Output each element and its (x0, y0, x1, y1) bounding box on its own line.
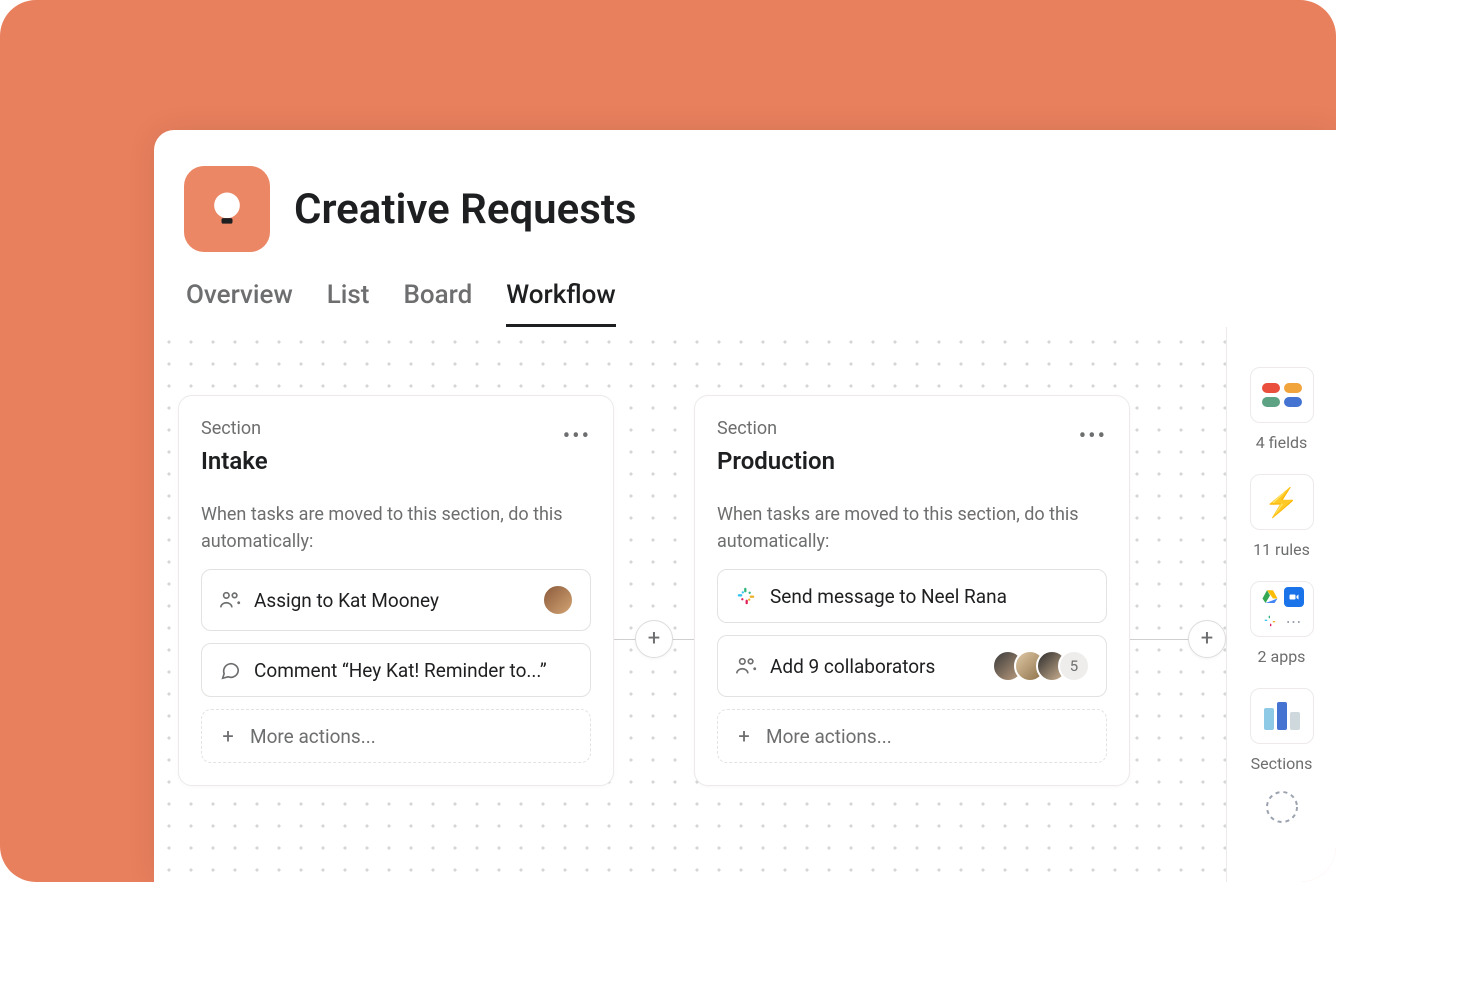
sections-icon (1250, 688, 1314, 744)
rule-add-collaborators[interactable]: Add 9 collaborators 5 (717, 635, 1107, 697)
section-connector: + (1130, 395, 1230, 882)
more-actions-label: More actions... (250, 725, 376, 748)
section-card-intake[interactable]: Section Intake ••• When tasks are moved … (178, 395, 614, 786)
dashed-circle-plus-icon (1264, 789, 1300, 825)
rule-text: Assign to Kat Mooney (254, 589, 530, 612)
tab-bar: Overview List Board Workflow (184, 280, 1306, 327)
panel-sections[interactable]: Sections (1250, 688, 1314, 773)
panel-label: Sections (1251, 754, 1313, 773)
zoom-icon (1284, 587, 1304, 607)
more-apps-icon: ⋯ (1284, 611, 1304, 631)
sections-row: Section Intake ••• When tasks are moved … (178, 395, 1230, 882)
tab-list[interactable]: List (327, 280, 370, 327)
panel-label: 4 fields (1256, 433, 1307, 452)
panel-label: 11 rules (1253, 540, 1310, 559)
avatar (542, 584, 574, 616)
avatar-stack: 5 (992, 650, 1090, 682)
plus-icon: + (218, 724, 238, 748)
slack-icon (734, 584, 758, 608)
workflow-canvas[interactable]: Section Intake ••• When tasks are moved … (154, 327, 1336, 882)
section-connector: + (614, 395, 694, 882)
section-more-button[interactable]: ••• (563, 424, 591, 449)
section-description: When tasks are moved to this section, do… (201, 501, 591, 555)
add-section-button[interactable]: + (635, 620, 673, 658)
section-label: Section (201, 418, 268, 439)
section-more-button[interactable]: ••• (1079, 424, 1107, 449)
add-section-button[interactable]: + (1188, 620, 1226, 658)
rule-text: Add 9 collaborators (770, 655, 980, 678)
rule-text: Send message to Neel Rana (770, 585, 1090, 608)
promo-frame: Creative Requests Overview List Board Wo… (0, 0, 1336, 882)
rule-comment[interactable]: Comment “Hey Kat! Reminder to...” (201, 643, 591, 697)
project-icon[interactable] (184, 166, 270, 252)
project-header: Creative Requests Overview List Board Wo… (154, 130, 1336, 327)
more-actions-label: More actions... (766, 725, 892, 748)
project-title: Creative Requests (294, 185, 637, 234)
more-actions-button[interactable]: + More actions... (201, 709, 591, 763)
fields-icon (1250, 367, 1314, 423)
rules-icon: ⚡ (1250, 474, 1314, 530)
panel-fields[interactable]: 4 fields (1250, 367, 1314, 452)
comment-icon (218, 658, 242, 682)
section-card-production[interactable]: Section Production ••• When tasks are mo… (694, 395, 1130, 786)
bolt-icon: ⚡ (1264, 486, 1299, 519)
apps-icon: ⋯ (1250, 581, 1314, 637)
collaborators-icon (734, 654, 758, 678)
panel-rules[interactable]: ⚡ 11 rules (1250, 474, 1314, 559)
right-panel: 4 fields ⚡ 11 rules (1226, 327, 1336, 882)
section-name: Production (717, 447, 835, 475)
assign-icon (218, 588, 242, 612)
section-label: Section (717, 418, 835, 439)
rule-slack-message[interactable]: Send message to Neel Rana (717, 569, 1107, 623)
tab-workflow[interactable]: Workflow (506, 280, 615, 327)
tab-board[interactable]: Board (403, 280, 472, 327)
section-name: Intake (201, 447, 268, 475)
panel-label: 2 apps (1258, 647, 1306, 666)
rule-assign[interactable]: Assign to Kat Mooney (201, 569, 591, 631)
section-description: When tasks are moved to this section, do… (717, 501, 1107, 555)
slack-icon (1260, 611, 1280, 631)
panel-add[interactable] (1264, 789, 1300, 825)
avatar-overflow-count: 5 (1058, 650, 1090, 682)
tab-overview[interactable]: Overview (186, 280, 293, 327)
panel-apps[interactable]: ⋯ 2 apps (1250, 581, 1314, 666)
app-window: Creative Requests Overview List Board Wo… (154, 130, 1336, 882)
google-drive-icon (1260, 587, 1280, 607)
more-actions-button[interactable]: + More actions... (717, 709, 1107, 763)
plus-icon: + (734, 724, 754, 748)
lightbulb-icon (205, 187, 249, 231)
rule-text: Comment “Hey Kat! Reminder to...” (254, 659, 574, 682)
